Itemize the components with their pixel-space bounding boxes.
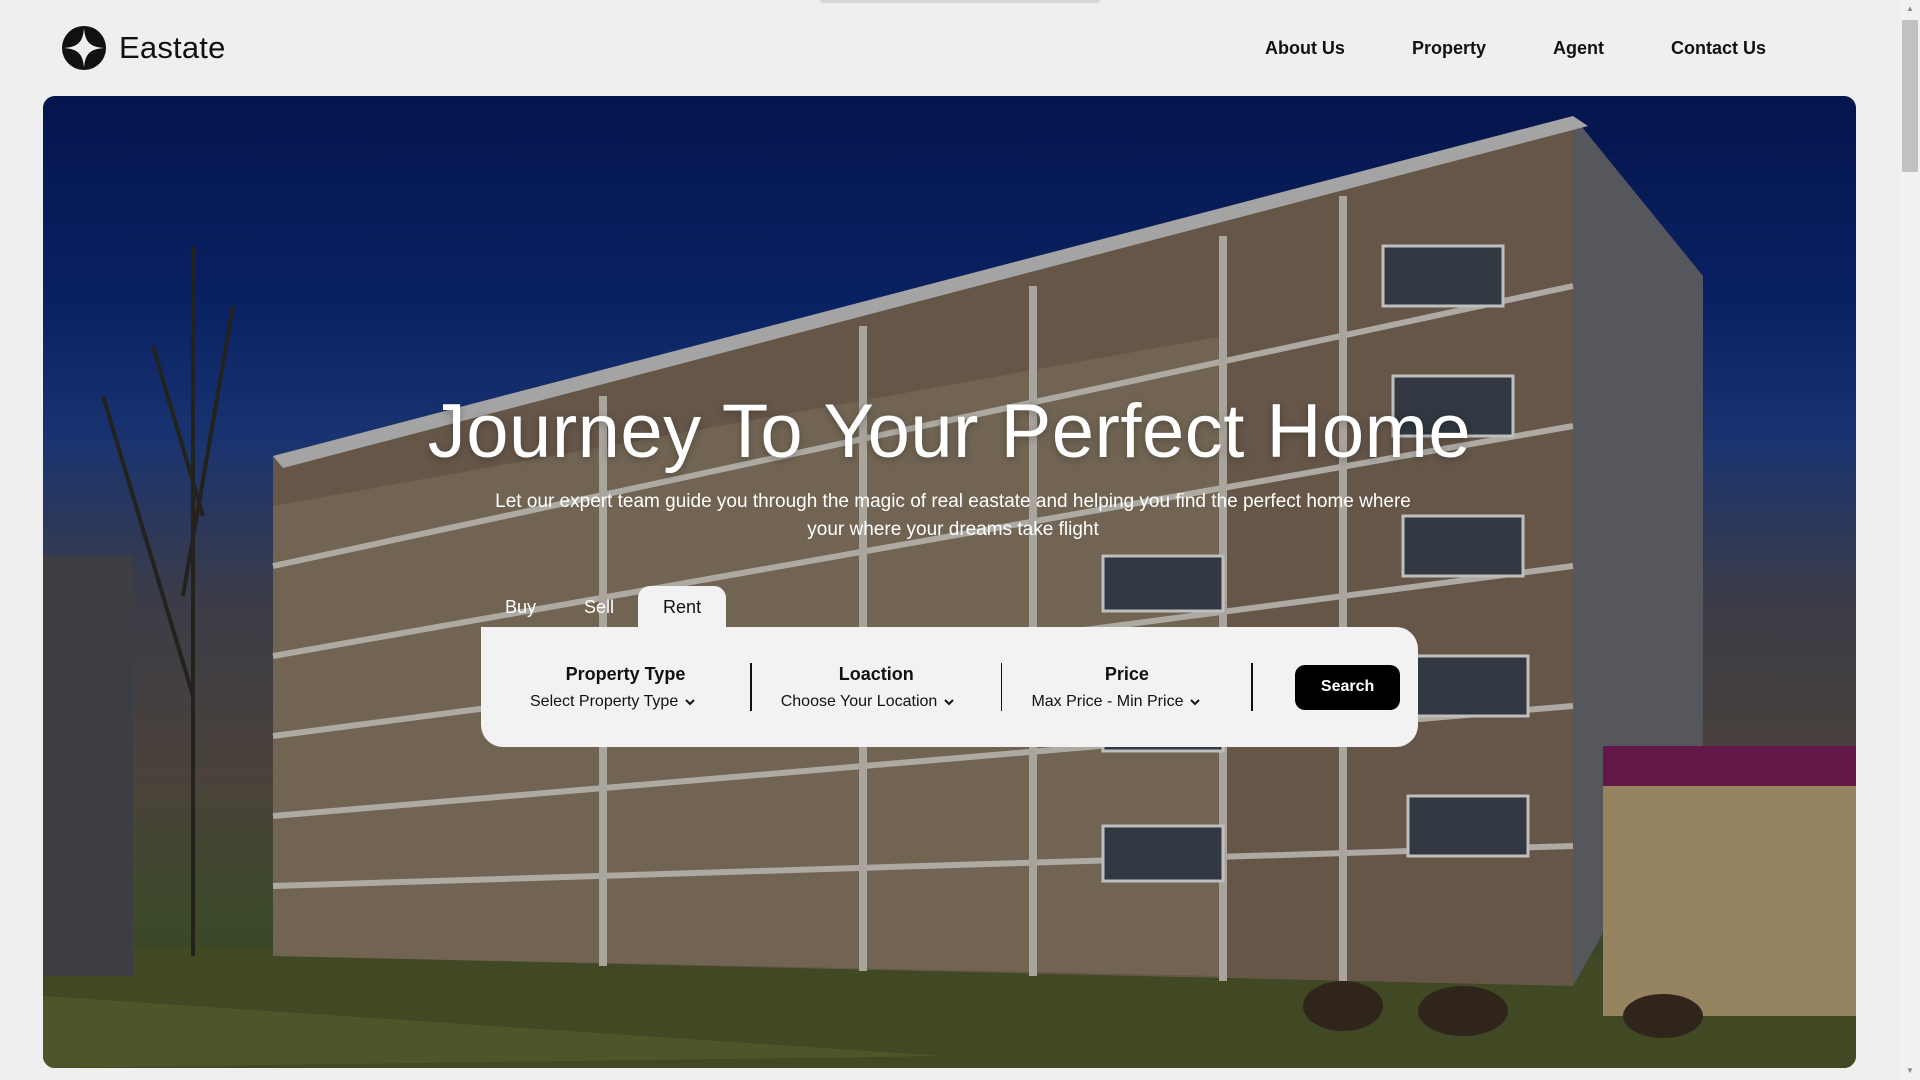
page: Eastate About Us Property Agent Contact … (0, 0, 1920, 1080)
search-mode-tabs: Buy Sell Rent (481, 586, 727, 628)
nav-contact-us[interactable]: Contact Us (1671, 38, 1766, 59)
tab-rent[interactable]: Rent (638, 586, 727, 628)
nav-property[interactable]: Property (1412, 38, 1486, 59)
property-search-panel: Property Type Select Property Type Loact… (481, 627, 1418, 747)
chevron-down-icon (1190, 698, 1201, 705)
scrollbar-thumb[interactable] (1902, 20, 1918, 172)
location-dropdown[interactable]: Loaction Choose Your Location (776, 664, 977, 711)
price-selected: Max Price - Min Price (1031, 692, 1184, 710)
price-label: Price (1104, 663, 1149, 684)
nav-agent[interactable]: Agent (1553, 38, 1604, 59)
search-button[interactable]: Search (1295, 664, 1401, 710)
field-divider (1251, 663, 1254, 711)
chevron-down-icon (944, 698, 955, 705)
price-value: Max Price - Min Price (1026, 693, 1227, 711)
location-label: Loaction (838, 663, 914, 684)
hero-title: Journey To Your Perfect Home (427, 389, 1472, 474)
hero-banner: Journey To Your Perfect Home Let our exp… (43, 96, 1856, 1068)
nav-about-us[interactable]: About Us (1265, 38, 1345, 59)
property-type-value: Select Property Type (525, 693, 726, 711)
main-nav: About Us Property Agent Contact Us (1265, 38, 1766, 59)
location-value: Choose Your Location (776, 693, 977, 711)
property-type-dropdown[interactable]: Property Type Select Property Type (525, 664, 726, 711)
brand-name: Eastate (119, 30, 226, 65)
hero-subtitle: Let our expert team guide you through th… (495, 491, 1411, 540)
property-type-selected: Select Property Type (530, 692, 679, 710)
site-header: Eastate About Us Property Agent Contact … (0, 0, 1900, 96)
hero-content: Journey To Your Perfect Home Let our exp… (43, 96, 1856, 1068)
brand[interactable]: Eastate (61, 25, 226, 71)
price-dropdown[interactable]: Price Max Price - Min Price (1026, 664, 1227, 711)
page-scrollbar[interactable]: ▲ ▼ (1900, 0, 1920, 1080)
tab-sell[interactable]: Sell (560, 586, 638, 628)
field-divider (1000, 663, 1003, 711)
property-type-label: Property Type (565, 663, 686, 684)
field-divider (749, 663, 752, 711)
compass-star-icon (62, 26, 106, 70)
scroll-up-arrow-icon[interactable]: ▲ (1905, 4, 1915, 14)
location-selected: Choose Your Location (780, 692, 938, 710)
tab-buy[interactable]: Buy (481, 586, 560, 628)
scroll-down-arrow-icon[interactable]: ▼ (1905, 1066, 1915, 1076)
chevron-down-icon (685, 698, 695, 705)
